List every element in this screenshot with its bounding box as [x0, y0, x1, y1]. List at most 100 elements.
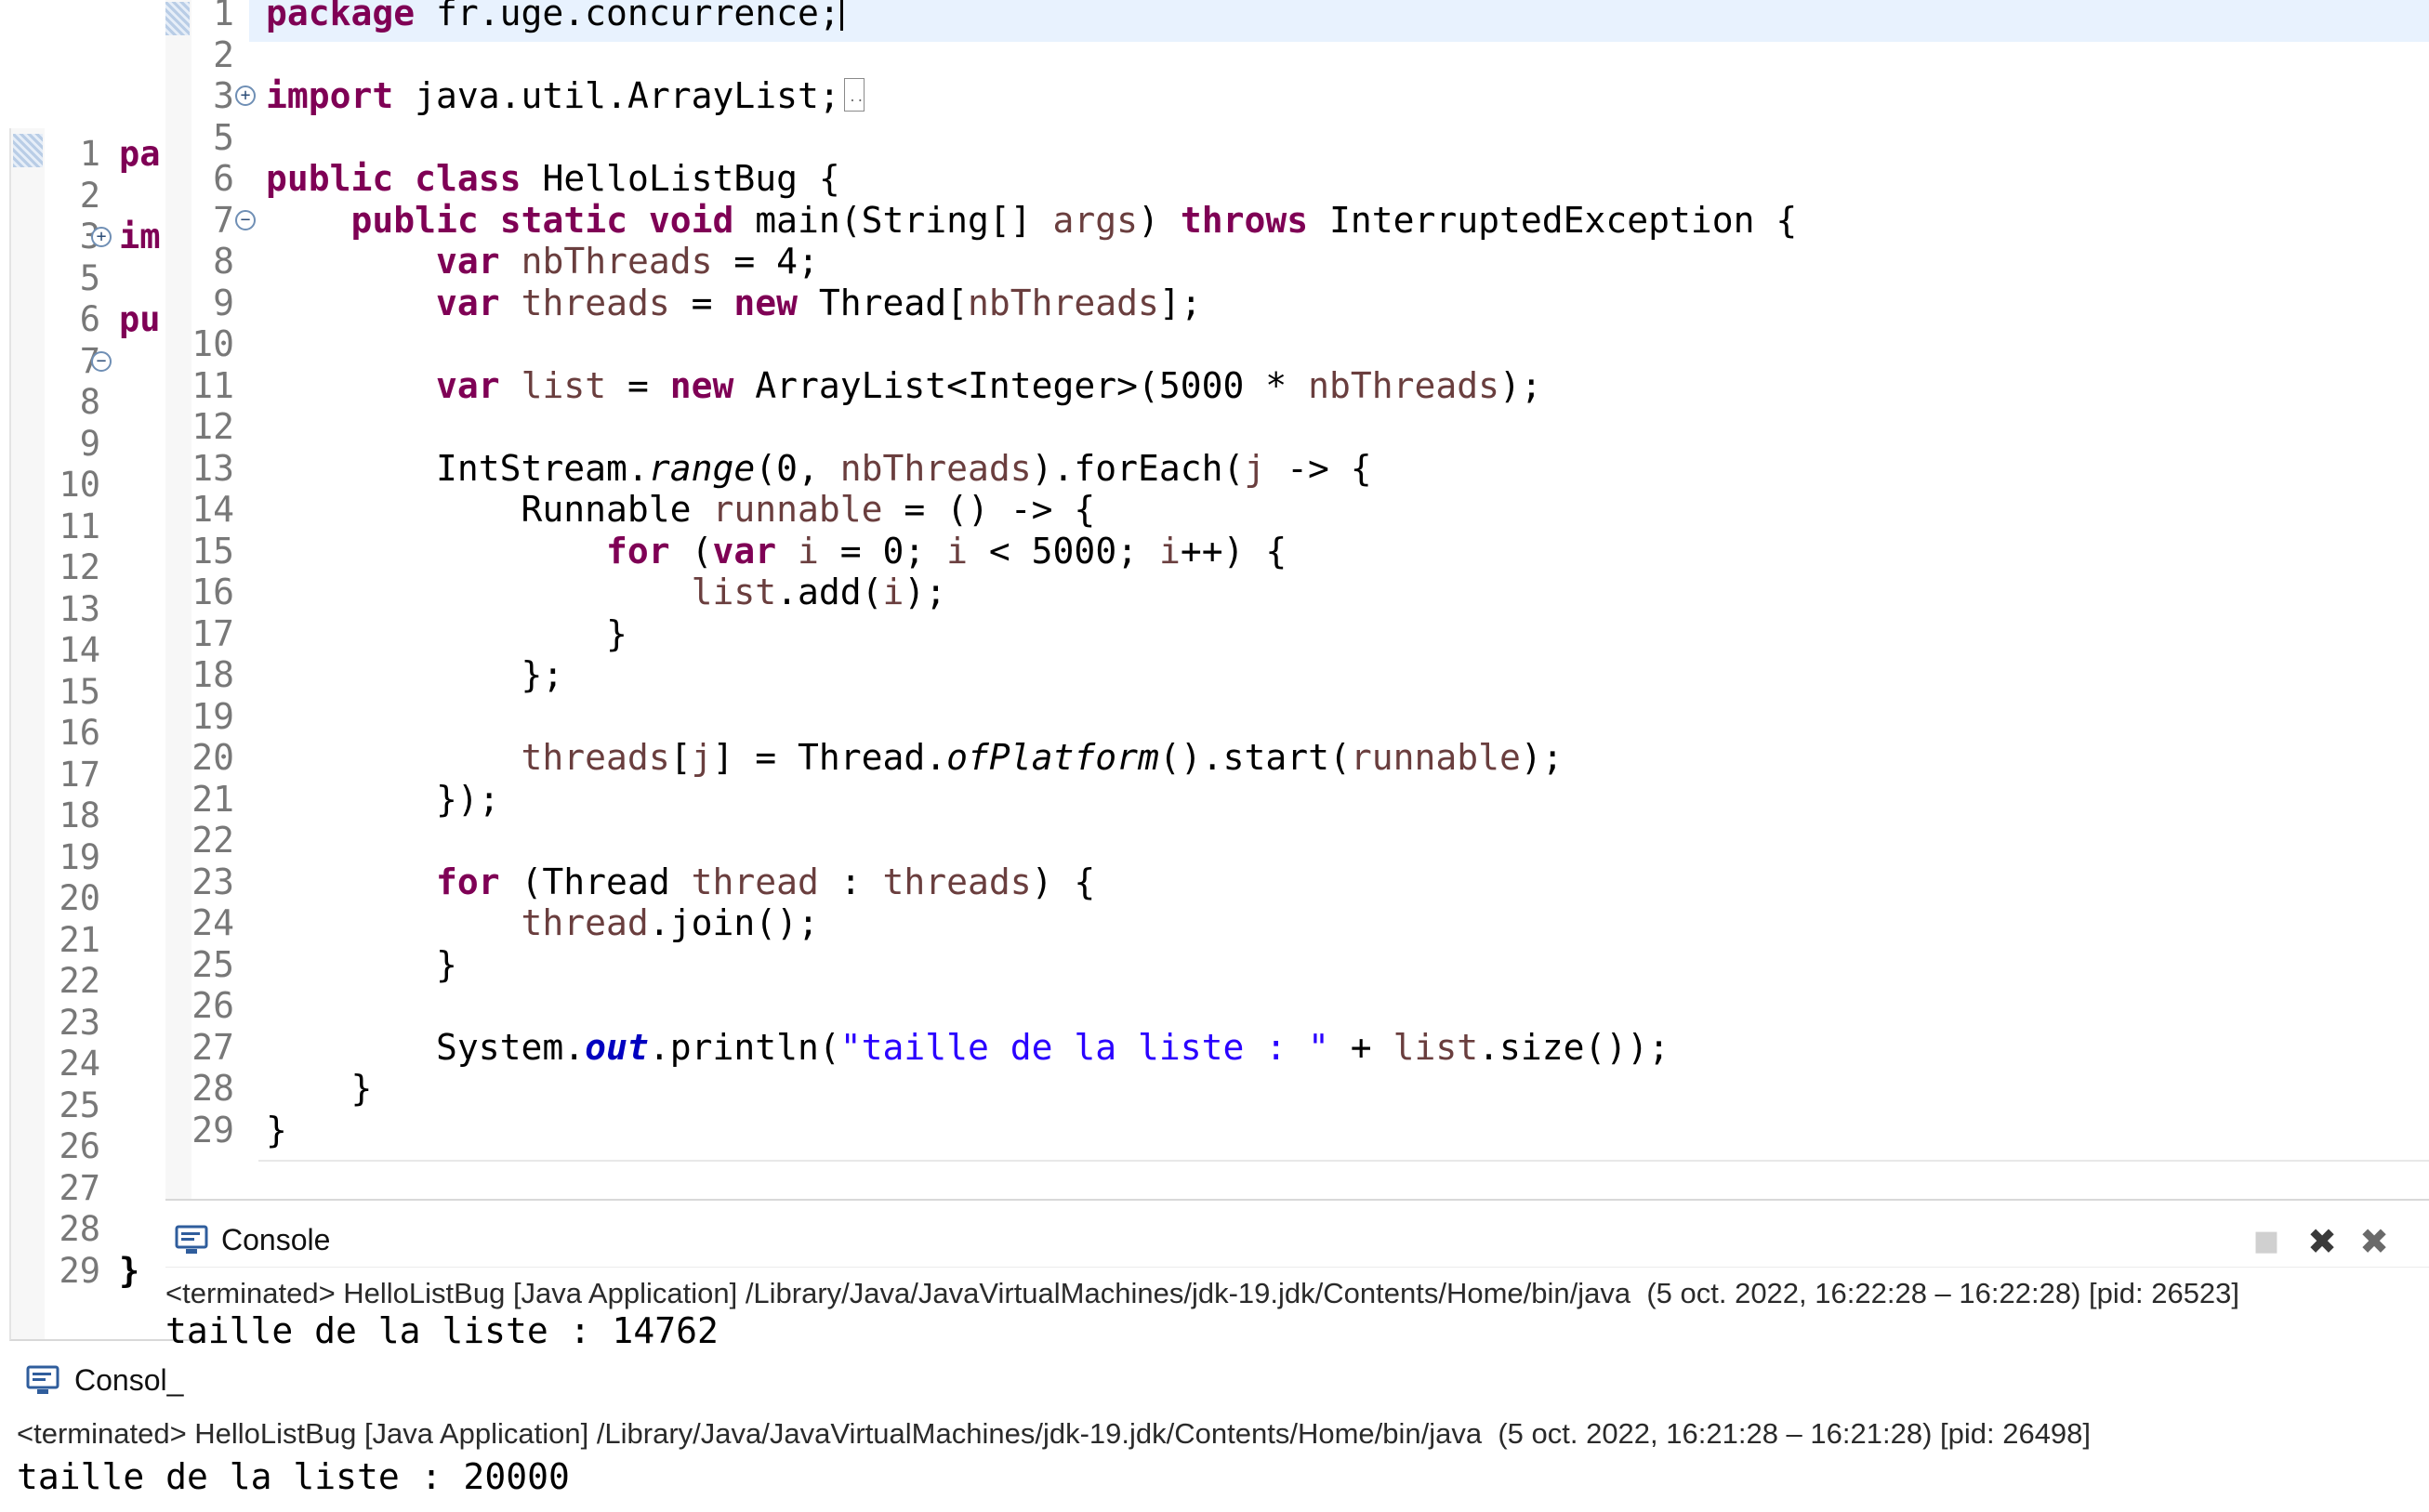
code-token: = 0; — [818, 530, 947, 572]
code-text: Runnable runnable = () -> { — [266, 489, 1096, 531]
code-line-18[interactable]: 18 }; — [165, 654, 2429, 696]
code-token: ); — [1520, 737, 1564, 778]
code-line-5[interactable]: 5 — [165, 117, 2429, 159]
code-line-11[interactable]: 11 var list = new ArrayList<Integer>(500… — [165, 365, 2429, 407]
code-line-15[interactable]: 15 for (var i = 0; i < 5000; i++) { — [165, 531, 2429, 572]
code-line-21[interactable]: 21 }); — [165, 779, 2429, 821]
code-text: pu — [119, 299, 161, 339]
line-number: 25 — [191, 943, 234, 985]
code-line-29[interactable]: 29} — [165, 1110, 2429, 1151]
code-token: nbThreads — [521, 241, 713, 282]
line-number: 10 — [191, 323, 234, 364]
line-number: 9 — [79, 423, 100, 464]
expand-fold-icon[interactable]: + — [235, 85, 256, 106]
code-token: var — [436, 364, 500, 406]
line-number: 15 — [59, 671, 100, 712]
code-line-12[interactable]: 12 — [165, 406, 2429, 448]
code-line-24[interactable]: 24 thread.join(); — [165, 902, 2429, 944]
collapse-fold-icon[interactable]: − — [235, 209, 256, 230]
code-token: Thread[ — [798, 282, 969, 323]
back-console-tab[interactable]: Consol_ — [74, 1363, 183, 1398]
code-token: = — [606, 364, 670, 406]
code-text: } — [266, 613, 627, 655]
code-text: }; — [266, 654, 564, 696]
code-token: j — [1244, 447, 1266, 489]
code-token: fr.uge.concurrence; — [415, 0, 840, 33]
code-token: InterruptedException { — [1308, 199, 1798, 241]
code-token: < 5000; — [968, 530, 1159, 572]
code-token: list — [521, 364, 607, 406]
code-token: i — [946, 530, 969, 572]
collapse-fold-icon[interactable]: − — [91, 350, 112, 372]
line-number: 1 — [79, 134, 100, 174]
line-number: 22 — [191, 820, 234, 861]
line-number: 11 — [191, 364, 234, 406]
line-number: 26 — [59, 1126, 100, 1166]
console-output[interactable]: taille de la liste : 14762 — [165, 1312, 719, 1349]
code-line-23[interactable]: 23 for (Thread thread : threads) { — [165, 861, 2429, 903]
java-code-editor[interactable]: 1 package fr.uge.concurrence; 2 3 + import ja… — [165, 0, 2429, 1199]
code-line-26[interactable]: 26 — [165, 985, 2429, 1027]
code-token: ) — [1138, 199, 1181, 241]
line-number: 20 — [191, 737, 234, 778]
code-token: = () -> { — [882, 489, 1096, 530]
code-text: for (Thread thread : threads) { — [266, 861, 1095, 903]
code-token: new — [669, 364, 734, 406]
code-line-14[interactable]: 14 Runnable runnable = () -> { — [165, 489, 2429, 531]
expand-fold-icon[interactable]: + — [91, 227, 112, 247]
code-token: ( — [669, 530, 713, 572]
code-line-10[interactable]: 10 — [165, 323, 2429, 365]
code-line-19[interactable]: 19 — [165, 696, 2429, 738]
code-token: Runnable — [266, 489, 713, 530]
console-tab[interactable]: Console — [221, 1223, 330, 1257]
code-text: } — [266, 944, 457, 986]
line-number: 24 — [59, 1044, 100, 1084]
remove-launch-icon[interactable]: ✖ — [2304, 1223, 2341, 1260]
code-line-25[interactable]: 25 } — [165, 944, 2429, 986]
code-line-8[interactable]: 8 var nbThreads = 4; — [165, 241, 2429, 283]
folded-region-icon[interactable] — [843, 77, 865, 118]
code-token: package — [266, 0, 416, 33]
code-line-3[interactable]: 3 + import java.util.ArrayList; — [165, 75, 2429, 118]
code-line-28[interactable]: 28 } — [165, 1068, 2429, 1110]
code-token: ofPlatform — [946, 737, 1159, 778]
line-number: 21 — [191, 778, 234, 820]
remove-all-terminated-icon[interactable]: ✖ — [2356, 1223, 2393, 1260]
code-token: System. — [266, 1026, 586, 1068]
code-text: thread.join(); — [266, 902, 819, 944]
code-line-20[interactable]: 20 threads[j] = Thread.ofPlatform().star… — [165, 737, 2429, 779]
code-line-22[interactable]: 22 — [165, 820, 2429, 861]
code-line-16[interactable]: 16 list.add(i); — [165, 572, 2429, 613]
code-token: .println( — [648, 1026, 840, 1068]
console-icon — [26, 1365, 59, 1401]
line-number: 24 — [191, 902, 234, 943]
back-console-output[interactable]: taille de la liste : 20000 — [17, 1456, 570, 1497]
code-token: IntStream. — [266, 447, 649, 489]
code-text: import java.util.ArrayList; — [266, 75, 865, 118]
code-line-17[interactable]: 17 } — [165, 613, 2429, 655]
code-token: i — [797, 530, 819, 572]
console-status: <terminated> HelloListBug [Java Applicat… — [165, 1277, 2240, 1309]
code-text: var list = new ArrayList<Integer>(5000 *… — [266, 365, 1542, 407]
code-line-6[interactable]: 6 public class HelloListBug { — [165, 158, 2429, 200]
code-line-27[interactable]: 27 System.out.println("taille de la list… — [165, 1027, 2429, 1069]
line-number: 27 — [191, 1026, 234, 1068]
text-caret — [839, 0, 843, 31]
code-line-2[interactable]: 2 — [165, 34, 2429, 76]
code-token: list — [1393, 1026, 1479, 1068]
code-line-1[interactable]: 1 package fr.uge.concurrence; — [165, 0, 2429, 34]
code-line-7[interactable]: 7− public static void main(String[] args… — [165, 200, 2429, 242]
code-text: } — [119, 1250, 140, 1291]
code-line-13[interactable]: 13 IntStream.range(0, nbThreads).forEach… — [165, 448, 2429, 490]
code-line-9[interactable]: 9 var threads = new Thread[nbThreads]; — [165, 283, 2429, 324]
terminate-icon[interactable]: ■ — [2248, 1223, 2285, 1260]
code-token: }); — [266, 778, 500, 820]
